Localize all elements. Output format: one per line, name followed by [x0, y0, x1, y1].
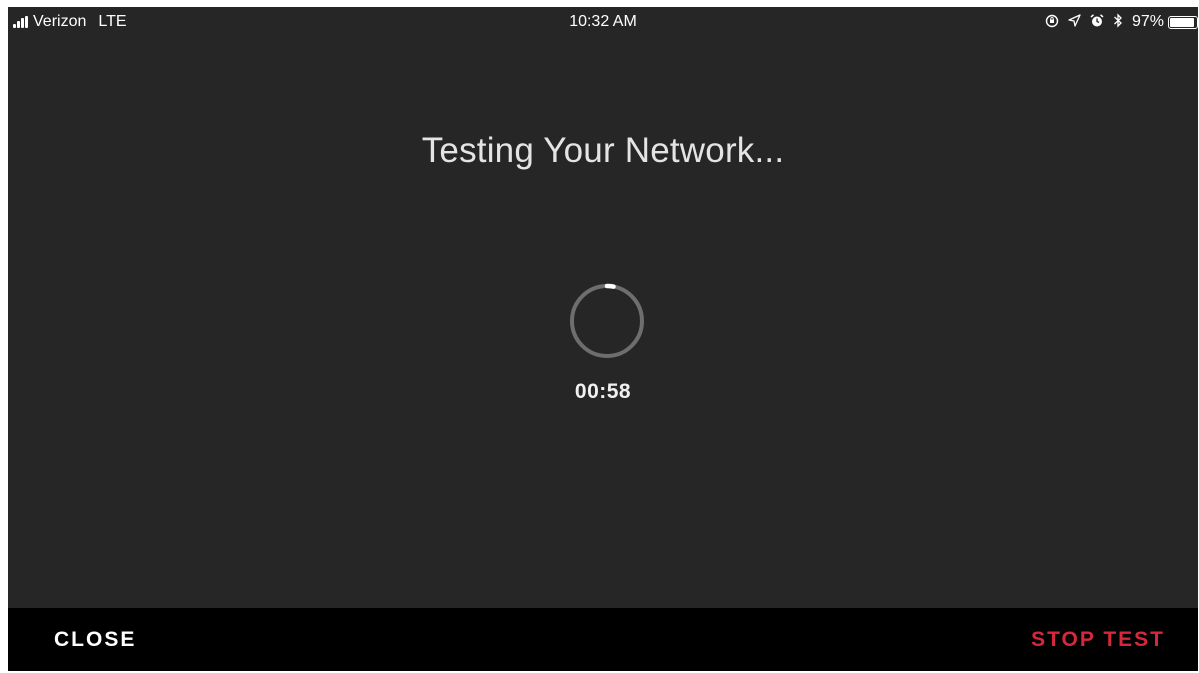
spinner-track [570, 284, 644, 358]
location-icon [1068, 14, 1081, 30]
close-button[interactable]: CLOSE [54, 608, 136, 671]
status-right: 97% [1045, 13, 1198, 31]
bluetooth-icon [1113, 13, 1123, 31]
battery-fill [1170, 17, 1194, 27]
alarm-icon [1090, 13, 1104, 31]
battery-icon [1168, 15, 1198, 29]
status-time: 10:32 AM [569, 13, 637, 30]
countdown-timer: 00:58 [574, 380, 632, 403]
app-screen: Verizon LTE 10:32 AM 97% Testing Your Ne… [8, 7, 1198, 671]
spinner-progress [604, 283, 616, 289]
lock-rotation-icon [1045, 14, 1059, 31]
bottom-bar: CLOSE STOP TEST [8, 608, 1198, 671]
loading-spinner [570, 283, 644, 358]
battery-percent: 97% [1131, 13, 1164, 30]
status-bar: Verizon LTE 10:32 AM 97% [8, 7, 1198, 37]
page-title: Testing Your Network... [421, 131, 785, 170]
stop-test-button[interactable]: STOP TEST [1031, 608, 1165, 671]
